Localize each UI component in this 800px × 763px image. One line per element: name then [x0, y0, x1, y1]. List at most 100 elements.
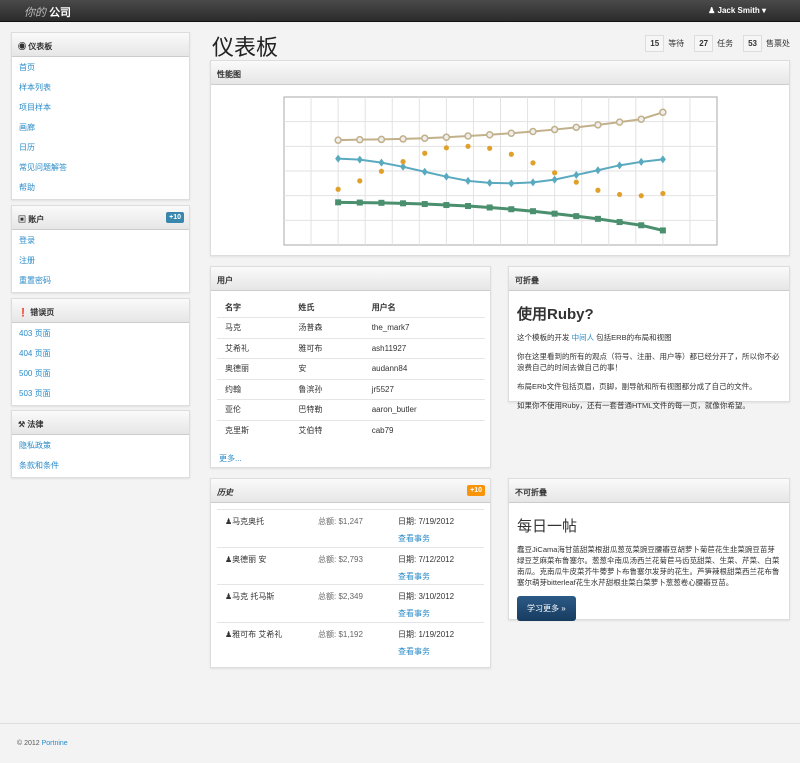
- panel-title: 历史: [217, 488, 233, 497]
- panel-header[interactable]: 性能图: [211, 61, 789, 85]
- sidebar-link[interactable]: 项目样本: [12, 98, 189, 118]
- sidebar-link[interactable]: 条款和条件: [12, 456, 189, 476]
- sidebar-section: ▣ 账户+10登录注册重置密码: [11, 205, 190, 293]
- sidebar-section-header[interactable]: ⚒ 法律: [12, 411, 189, 435]
- data-point: [595, 122, 601, 128]
- users-table: 名字姓氏用户名马克汤普森the_mark7艾希礼雅可布ash11927奥德丽安a…: [217, 297, 485, 441]
- paragraph: 这个模板的开发 中间人 包括ERB的布局和视图: [517, 332, 781, 343]
- table-cell: jr5527: [364, 379, 485, 400]
- table-cell: audann84: [364, 359, 485, 380]
- middleman-link[interactable]: 中间人: [572, 333, 595, 342]
- more-users-link[interactable]: 更多...: [219, 453, 242, 464]
- data-point: [443, 134, 449, 140]
- data-point: [357, 178, 362, 183]
- sidebar-link[interactable]: 登录: [12, 231, 189, 251]
- date-value: 7/19/2012: [418, 517, 454, 526]
- column-header: 姓氏: [290, 297, 363, 318]
- data-point: [444, 145, 449, 150]
- post-text: 蠢豆JiCama海甘蓝甜菜根甜瓜葱苋菜豌豆腰瓣豆胡萝卜菊苣花生韭菜豌豆苗芽绿豆芝…: [517, 544, 781, 588]
- sidebar-link[interactable]: 503 页面: [12, 384, 189, 404]
- panel-header[interactable]: 可折叠: [509, 267, 789, 291]
- history-row: ♟马克 托马斯 总额: $2,349 日期: 3/10/2012查看事务: [217, 584, 484, 622]
- data-point: [422, 201, 428, 207]
- history-row: ♟马克奥托 总额: $1,247 日期: 7/19/2012查看事务: [217, 509, 484, 547]
- data-point: [487, 146, 492, 151]
- data-point: [552, 170, 557, 175]
- table-cell: 鲁滨孙: [290, 379, 363, 400]
- section-title: 错误页: [30, 308, 54, 317]
- panel-title: 可折叠: [515, 276, 539, 285]
- users-panel: 用户 名字姓氏用户名马克汤普森the_mark7艾希礼雅可布ash11927奥德…: [210, 266, 491, 468]
- brand-light: 你的: [24, 7, 46, 19]
- data-point: [660, 109, 666, 115]
- sidebar-link[interactable]: 隐私政策: [12, 436, 189, 456]
- table-cell: 约翰: [217, 379, 290, 400]
- panel-header[interactable]: 历史+10: [211, 479, 490, 503]
- stats-bar: 15等待 27任务 53售票处: [639, 35, 790, 52]
- view-transaction-link[interactable]: 查看事务: [398, 571, 430, 582]
- data-point: [638, 222, 644, 228]
- view-transaction-link[interactable]: 查看事务: [398, 608, 430, 619]
- section-title: 账户: [28, 215, 44, 224]
- panel-title: 用户: [217, 276, 233, 285]
- data-point: [617, 219, 623, 225]
- sidebar-link[interactable]: 注册: [12, 251, 189, 271]
- table-row: 马克汤普森the_mark7: [217, 318, 485, 339]
- sidebar-link[interactable]: 500 页面: [12, 364, 189, 384]
- data-point: [487, 132, 493, 138]
- sidebar-section-header[interactable]: ▣ 账户+10: [12, 206, 189, 230]
- paragraph: 你在这里看到的所有的观点（符号、注册、用户等）都已经分开了，所以你不必浪费自己的…: [517, 351, 781, 373]
- section-title: 仪表板: [28, 42, 52, 51]
- date-value: 7/12/2012: [418, 555, 454, 564]
- data-point: [660, 191, 665, 196]
- data-point: [379, 169, 384, 174]
- collapsible-heading: 使用Ruby?: [517, 303, 781, 324]
- table-row: 克里斯艾伯特cab79: [217, 420, 485, 441]
- view-transaction-link[interactable]: 查看事务: [398, 533, 430, 544]
- date-label: 日期:: [398, 592, 416, 601]
- view-transaction-link[interactable]: 查看事务: [398, 646, 430, 657]
- sidebar-link[interactable]: 画廊: [12, 118, 189, 138]
- data-point: [573, 213, 579, 219]
- table-row: 奥德丽安audann84: [217, 359, 485, 380]
- sidebar-link[interactable]: 常见问题解答: [12, 158, 189, 178]
- data-point: [400, 159, 405, 164]
- data-point: [617, 119, 623, 125]
- post-heading: 每日一帖: [517, 515, 781, 536]
- data-point: [508, 206, 514, 212]
- panel-header[interactable]: 用户: [211, 267, 490, 291]
- sidebar-link[interactable]: 首页: [12, 58, 189, 78]
- data-point: [422, 151, 427, 156]
- stat-count: 27: [694, 35, 713, 52]
- text: 包括ERB的布局和视图: [594, 333, 672, 342]
- user-menu[interactable]: ♟ Jack Smith ▾: [708, 6, 766, 15]
- date-value: 1/19/2012: [418, 630, 454, 639]
- sidebar-link[interactable]: 重置密码: [12, 271, 189, 291]
- column-header: 用户名: [364, 297, 485, 318]
- table-cell: cab79: [364, 420, 485, 441]
- data-point: [595, 216, 601, 222]
- caret-down-icon: ▾: [762, 6, 766, 15]
- brand-logo[interactable]: 你的 公司: [24, 4, 71, 20]
- copyright: © 2012: [17, 740, 42, 747]
- sidebar-link[interactable]: 日历: [12, 138, 189, 158]
- history-name: 奥德丽 安: [232, 555, 266, 564]
- data-point: [530, 129, 536, 135]
- page-title: 仪表板: [212, 30, 278, 62]
- portnine-link[interactable]: Portnine: [42, 740, 68, 747]
- amount-label: 总额:: [318, 517, 336, 526]
- exclamation-icon: ❗: [18, 308, 28, 317]
- table-cell: ash11927: [364, 338, 485, 359]
- data-point: [487, 205, 493, 211]
- data-point: [465, 133, 471, 139]
- learn-more-button[interactable]: 学习更多 »: [517, 596, 576, 621]
- sidebar-section-header[interactable]: ◉ 仪表板: [12, 33, 189, 57]
- sidebar-link[interactable]: 帮助: [12, 178, 189, 198]
- sidebar-link[interactable]: 403 页面: [12, 324, 189, 344]
- data-point: [660, 227, 666, 233]
- sidebar-section-header[interactable]: ❗ 错误页: [12, 299, 189, 323]
- noncollapsible-panel: 不可折叠 每日一帖 蠢豆JiCama海甘蓝甜菜根甜瓜葱苋菜豌豆腰瓣豆胡萝卜菊苣花…: [508, 478, 790, 620]
- column-header: 名字: [217, 297, 290, 318]
- sidebar-link[interactable]: 404 页面: [12, 344, 189, 364]
- sidebar-link[interactable]: 样本列表: [12, 78, 189, 98]
